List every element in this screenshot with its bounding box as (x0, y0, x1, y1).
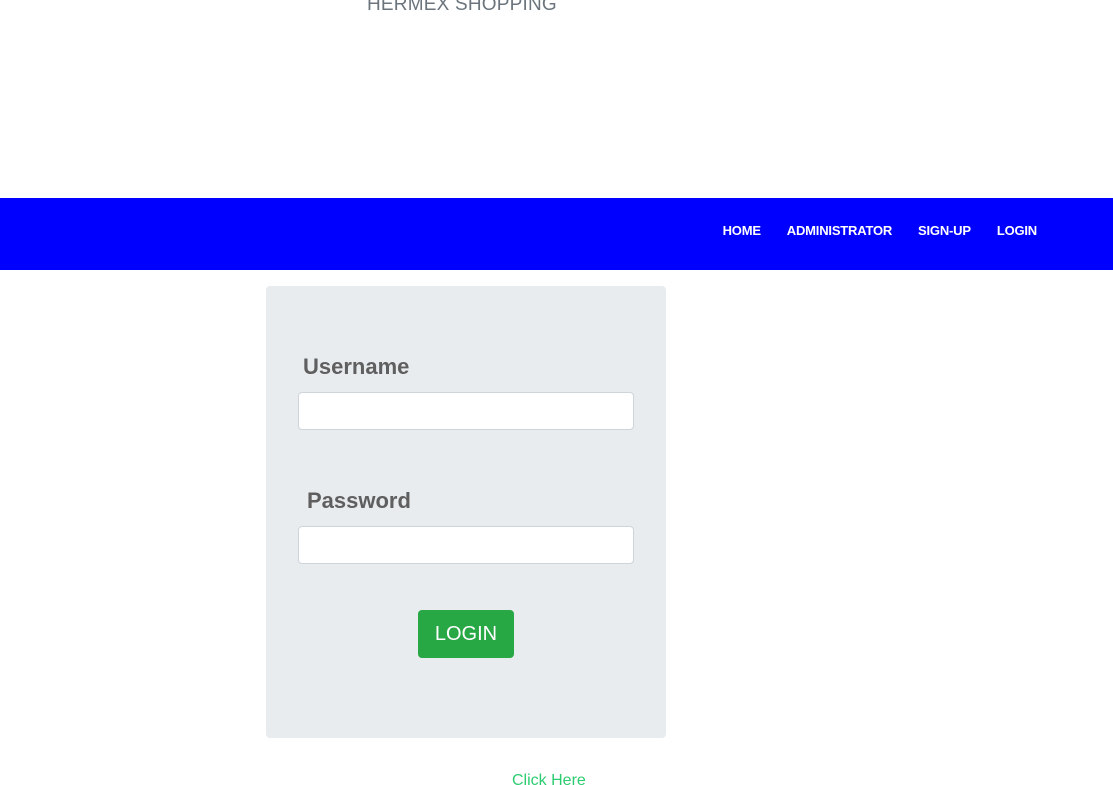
click-here-link[interactable]: Click Here (512, 771, 586, 785)
nav-links: HOME ADMINISTRATOR SIGN-UP LOGIN (723, 198, 1038, 270)
nav-link-administrator[interactable]: ADMINISTRATOR (787, 223, 892, 238)
nav-link-login[interactable]: LOGIN (997, 223, 1037, 238)
username-input[interactable] (298, 392, 634, 430)
username-label: Username (303, 354, 410, 379)
login-submit-button[interactable]: LOGIN (418, 610, 514, 658)
password-label: Password (307, 488, 411, 513)
nav-link-sign-up[interactable]: SIGN-UP (918, 223, 971, 238)
password-input[interactable] (298, 526, 634, 564)
brand-title: HERMEX SHOPPING (367, 0, 557, 15)
nav-link-home[interactable]: HOME (723, 223, 761, 238)
page: HERMEX SHOPPING HOME ADMINISTRATOR SIGN-… (0, 0, 1113, 785)
login-form: Username Password LOGIN (266, 286, 666, 738)
navbar: HOME ADMINISTRATOR SIGN-UP LOGIN (0, 198, 1113, 270)
